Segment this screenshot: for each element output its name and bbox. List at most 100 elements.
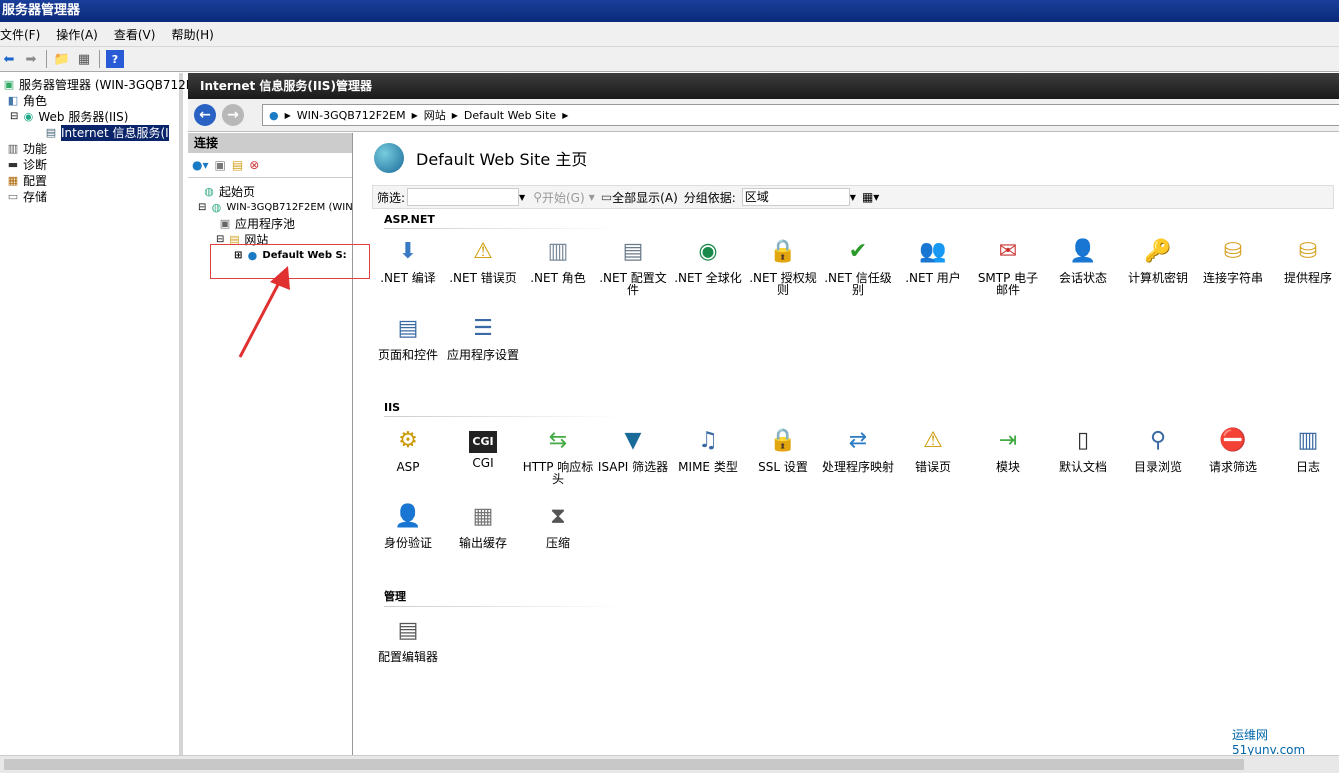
feature-providers[interactable]: ⛁ 提供程序 (1272, 236, 1339, 285)
iis-manager-header: Internet 信息服务(IIS)管理器 (188, 73, 1339, 99)
chevron-down-icon[interactable]: ▼ (589, 193, 595, 202)
users-icon: 👥 (919, 239, 947, 264)
forward-arrow-icon[interactable]: ➡ (22, 50, 40, 68)
help-icon[interactable]: ? (106, 50, 124, 68)
chevron-right-icon: ▶ (562, 110, 569, 120)
connect-icon[interactable]: ●▾ (192, 158, 209, 172)
feature-pages-controls[interactable]: ▤ 页面和控件 (372, 313, 444, 362)
feature-net-trust-levels[interactable]: ✔ .NET 信任级别 (822, 236, 894, 297)
feature-logging[interactable]: ▥ 日志 (1272, 425, 1339, 474)
breadcrumb-default-site[interactable]: Default Web Site (464, 109, 556, 122)
tree-item-app-pools[interactable]: ▣ 应用程序池 (218, 216, 295, 232)
filter-input[interactable] (407, 188, 520, 206)
save-icon[interactable]: ▣ (215, 158, 226, 172)
feature-net-compile[interactable]: ⬇ .NET 编译 (372, 236, 444, 285)
session-state-icon: 👤 (1069, 239, 1097, 264)
response-headers-icon: ⇆ (548, 428, 568, 453)
feature-app-settings[interactable]: ☰ 应用程序设置 (447, 313, 519, 362)
group-select[interactable]: 区域 (741, 188, 850, 206)
feature-modules[interactable]: ⇥ 模块 (972, 425, 1044, 474)
menu-help[interactable]: 帮助(H) (171, 26, 213, 43)
feature-default-document[interactable]: ▯ 默认文档 (1047, 425, 1119, 474)
tree-item-diagnostics[interactable]: ▬ 诊断 (6, 157, 47, 173)
server-manager-tree: ▣ 服务器管理器 (WIN-3GQB712F2EM ◧ 角色 ⊟ ◉ Web 服务器(I… (0, 73, 218, 755)
feature-handler-mappings[interactable]: ⇄ 处理程序映射 (822, 425, 894, 474)
feature-connection-strings[interactable]: ⛁ 连接字符串 (1197, 236, 1269, 285)
go-button[interactable]: 开始(G) (542, 189, 585, 206)
tree-item-configuration[interactable]: ▦ 配置 (6, 173, 47, 189)
app-settings-icon: ☰ (473, 316, 493, 341)
feature-error-pages[interactable]: ⚠ 错误页 (897, 425, 969, 474)
show-all-icon: ▭ (600, 190, 613, 204)
menu-view[interactable]: 查看(V) (114, 26, 156, 43)
feature-compression[interactable]: ⧗ 压缩 (522, 501, 594, 550)
iis-icon: ▤ (45, 126, 57, 139)
address-bar: ← → ● ▶ WIN-3GQB712F2EM ▶ 网站 ▶ Default W… (188, 99, 1339, 132)
breadcrumb[interactable]: ● ▶ WIN-3GQB712F2EM ▶ 网站 ▶ Default Web S… (262, 104, 1339, 126)
authentication-icon: 👤 (394, 504, 422, 529)
app-pool-icon: ▣ (219, 217, 231, 230)
view-icon[interactable]: ▦▾ (862, 190, 879, 204)
scrollbar-thumb[interactable] (4, 759, 1244, 770)
feature-net-globalization[interactable]: ◉ .NET 全球化 (672, 236, 744, 285)
trust-level-icon: ✔ (848, 239, 868, 264)
tree-item-roles[interactable]: ◧ 角色 (6, 93, 47, 109)
feature-net-error-pages[interactable]: ⚠ .NET 错误页 (447, 236, 519, 285)
up-folder-icon[interactable]: 📁 (53, 50, 71, 68)
annotation-arrow-shaft (238, 276, 284, 358)
roles-icon: ▥ (547, 239, 569, 264)
collapse-icon[interactable]: ⊟ (198, 200, 206, 216)
tree-item-web-server[interactable]: ⊟ ◉ Web 服务器(IIS) (10, 109, 128, 125)
feature-net-users[interactable]: 👥 .NET 用户 (897, 236, 969, 285)
disconnect-icon[interactable]: ⊗ (249, 158, 259, 172)
tree-item-features[interactable]: ▥ 功能 (6, 141, 47, 157)
profile-icon: ▤ (622, 239, 644, 264)
feature-configuration-editor[interactable]: ▤ 配置编辑器 (372, 615, 444, 664)
back-arrow-icon: ← (199, 107, 211, 123)
chevron-right-icon: ▶ (284, 110, 291, 120)
main-toolbar: ⬅ ➡ 📁 ▦ ? (0, 47, 1339, 72)
horizontal-scrollbar[interactable] (0, 755, 1339, 773)
feature-mime-types[interactable]: ♫ MIME 类型 (672, 425, 744, 474)
chevron-down-icon[interactable]: ▼ (519, 193, 525, 202)
feature-session-state[interactable]: 👤 会话状态 (1047, 236, 1119, 285)
tree-item-server[interactable]: ⊟ ◍ WIN-3GQB712F2EM (WIN (198, 200, 353, 216)
storage-icon: ▭ (7, 190, 19, 203)
feature-asp[interactable]: ⚙ ASP (372, 425, 444, 474)
menu-action[interactable]: 操作(A) (56, 26, 98, 43)
up-folder-icon[interactable]: ▤ (232, 158, 243, 172)
feature-net-authorization[interactable]: 🔒 .NET 授权规则 (747, 236, 819, 297)
breadcrumb-server[interactable]: WIN-3GQB712F2EM (297, 109, 406, 122)
show-all-button[interactable]: 全部显示(A) (612, 189, 678, 206)
tree-item-iis[interactable]: ▤ Internet 信息服务(I (44, 125, 169, 141)
feature-ssl-settings[interactable]: 🔒 SSL 设置 (747, 425, 819, 474)
feature-output-caching[interactable]: ▦ 输出缓存 (447, 501, 519, 550)
feature-isapi-filters[interactable]: ▼ ISAPI 筛选器 (597, 425, 669, 474)
forward-button[interactable]: → (222, 104, 244, 126)
breadcrumb-sites[interactable]: 网站 (424, 107, 446, 123)
properties-icon[interactable]: ▦ (75, 50, 93, 68)
feature-directory-browsing[interactable]: ⚲ 目录浏览 (1122, 425, 1194, 474)
feature-cgi[interactable]: CGI CGI (447, 425, 519, 469)
menu-file[interactable]: 文件(F) (0, 26, 40, 43)
lock-icon: 🔒 (769, 239, 797, 264)
feature-machine-key[interactable]: 🔑 计算机密钥 (1122, 236, 1194, 285)
feature-http-response-headers[interactable]: ⇆ HTTP 响应标头 (522, 425, 594, 486)
feature-net-profile[interactable]: ▤ .NET 配置文件 (597, 236, 669, 297)
tree-item-start-page[interactable]: ◍ 起始页 (202, 184, 255, 200)
feature-request-filtering[interactable]: ⛔ 请求筛选 (1197, 425, 1269, 474)
back-button[interactable]: ← (194, 104, 216, 126)
chevron-down-icon[interactable]: ▼ (850, 193, 856, 202)
tree-item-server-manager[interactable]: ▣ 服务器管理器 (WIN-3GQB712F2EM (2, 77, 218, 93)
section-iis: IIS (384, 401, 1314, 417)
feature-authentication[interactable]: 👤 身份验证 (372, 501, 444, 550)
compression-icon: ⧗ (550, 504, 566, 529)
feature-net-roles[interactable]: ▥ .NET 角色 (522, 236, 594, 285)
feature-smtp-email[interactable]: ✉ SMTP 电子邮件 (972, 236, 1044, 297)
connections-title: 连接 (188, 133, 352, 153)
back-arrow-icon[interactable]: ⬅ (0, 50, 18, 68)
collapse-icon[interactable]: ⊟ (10, 109, 18, 125)
tree-item-storage[interactable]: ▭ 存储 (6, 189, 47, 205)
document-icon: ▯ (1076, 428, 1090, 453)
database-icon: ⛁ (1223, 239, 1243, 264)
